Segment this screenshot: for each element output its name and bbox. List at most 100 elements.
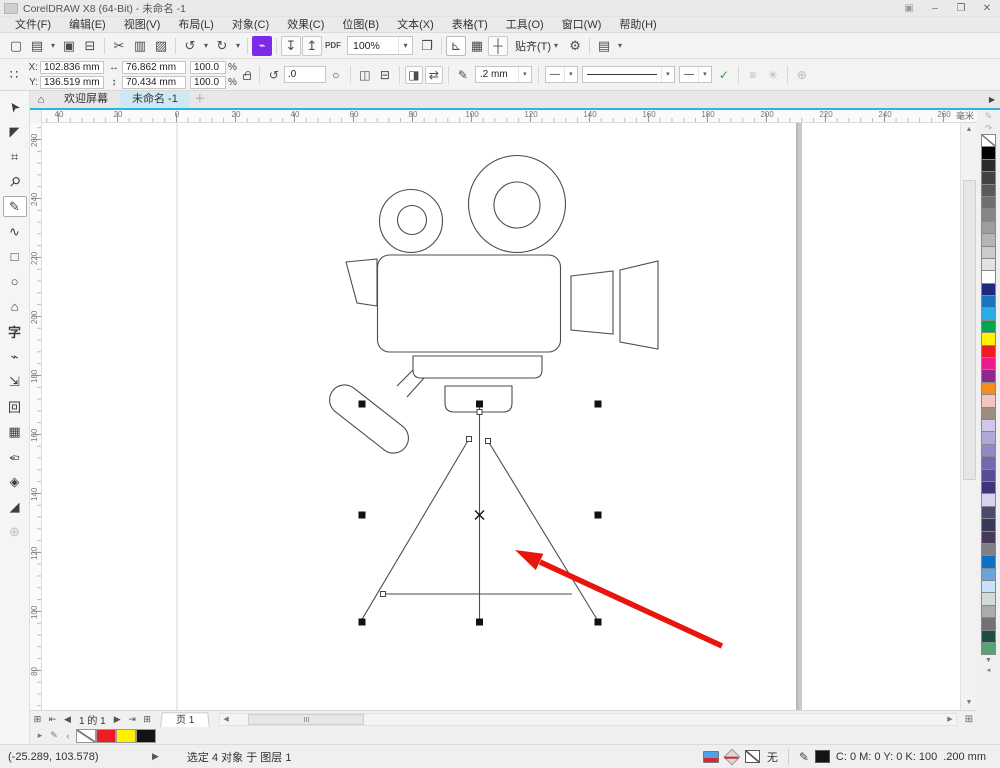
horizontal-ruler[interactable]: 40 20 0 20 40 60 80 100 120 140 160 180 200 220 240 260 [42,110,953,122]
vertical-scrollbar-thumb[interactable] [963,180,976,480]
page-tab[interactable]: 页 1 [159,711,210,727]
snap-to-dropdown[interactable]: 贴齐(T) ▾ [511,36,562,56]
connector-tool[interactable]: ⌁ [3,346,27,367]
restore-button[interactable]: ❐ [948,0,974,17]
color-swatch[interactable] [981,493,996,507]
camera-lens-inner[interactable] [570,270,614,335]
redo-caret[interactable]: ▾ [233,36,243,56]
separator[interactable] [273,37,280,55]
tripod-mount[interactable] [444,385,513,413]
color-swatch[interactable] [981,381,996,396]
mesh-fill-tool[interactable]: ▦ [3,421,27,442]
document-color-swatch[interactable] [136,728,156,743]
scroll-up-icon[interactable]: ▲ [961,123,977,137]
outline-pen-icon[interactable]: ✎ [799,750,809,764]
selection-handle-mid-left[interactable] [358,511,366,519]
color-swatch[interactable] [981,617,996,631]
menu-tools[interactable]: 工具(O) [497,17,553,33]
scroll-down-icon[interactable]: ▼ [961,696,977,710]
vertical-ruler[interactable]: 260 240 220 200 180 160 140 120 100 80 [30,123,42,710]
search-content-button[interactable]: ⌁ [252,35,272,56]
color-swatch[interactable] [981,406,996,420]
drawing-canvas[interactable] [42,123,960,710]
selection-handle-bottom-right[interactable] [594,618,602,626]
color-swatch[interactable] [981,505,996,520]
color-swatch[interactable] [981,208,996,222]
align-button[interactable]: ≡ [744,66,762,84]
shape-tool[interactable]: ◤ [3,121,27,142]
color-swatch[interactable] [981,257,996,272]
panels-button[interactable]: ▤ [594,36,614,56]
selection-handle-bottom-center[interactable] [476,618,483,626]
mirror-vertical-button[interactable]: ⊟ [376,66,394,84]
import-button[interactable]: ↧ [281,35,301,56]
line-style-combo[interactable]: ▾ [581,66,675,83]
rectangle-tool[interactable]: □ [3,246,27,267]
menu-file[interactable]: 文件(F) [6,17,60,33]
separator[interactable] [172,37,179,55]
color-swatch[interactable] [981,642,996,656]
selection-handle-bottom-left[interactable] [358,618,366,626]
save-button[interactable]: ▣ [59,36,79,56]
color-swatch[interactable] [981,307,996,321]
horizontal-scrollbar[interactable]: ◀ ▶ [219,712,957,726]
fill-tool[interactable]: ◢ [3,496,27,517]
camera-drawing[interactable] [324,154,659,623]
add-page-before-button[interactable]: ⊞ [30,711,45,727]
color-swatch[interactable] [981,282,996,297]
open-button[interactable]: ▤ [27,36,47,56]
dimension-tool[interactable]: ⇲ [3,371,27,392]
color-swatch[interactable] [981,629,996,644]
first-page-button[interactable]: ⇤ [45,711,60,727]
color-swatch[interactable] [981,394,996,408]
color-swatch[interactable] [981,530,996,544]
color-swatch[interactable] [981,431,996,445]
scroll-right-icon[interactable]: ▶ [944,715,956,723]
color-swatch[interactable] [981,183,996,197]
text-tool[interactable]: 字 [3,321,27,342]
color-swatch[interactable] [981,580,996,594]
transform-relative-toggle[interactable]: ⇄ [424,65,443,84]
menu-text[interactable]: 文本(X) [388,17,443,33]
paste-button[interactable]: ▨ [151,36,171,56]
color-swatch[interactable] [981,443,996,458]
selection-handle-top-center[interactable] [476,400,483,408]
home-icon[interactable]: ⌂ [30,91,52,108]
polygon-tool[interactable]: ⌂ [3,296,27,317]
outline-color-swatch[interactable] [814,750,830,763]
scale-h-field[interactable] [190,60,226,74]
scale-v-field[interactable] [190,75,226,89]
cut-button[interactable]: ✂ [109,36,129,56]
ellipse-tool[interactable]: ○ [3,271,27,292]
contour-tool[interactable]: 回 [3,396,27,417]
curve-node[interactable] [485,438,491,444]
close-curve-button[interactable]: ✓ [715,66,733,84]
tab-scroll-right-icon[interactable]: ▶ [984,91,1000,108]
smart-fill-tool[interactable]: ◈ [3,471,27,492]
color-swatch[interactable] [981,480,996,495]
menu-view[interactable]: 视图(V) [115,17,170,33]
curve-node[interactable] [380,591,386,597]
camera-viewfinder[interactable] [345,258,378,307]
previous-page-button[interactable]: ◀ [60,711,75,727]
chevron-down-icon[interactable]: ▾ [398,37,412,54]
undo-button[interactable]: ↺ [180,36,200,56]
color-swatch[interactable] [981,195,996,210]
menu-edit[interactable]: 编辑(E) [60,17,115,33]
fill-none-swatch[interactable] [744,750,760,763]
camera-lens-outer[interactable] [619,260,659,350]
position-button[interactable]: ✳ [764,66,782,84]
camera-handle-grip[interactable] [324,379,415,459]
panels-caret[interactable]: ▾ [615,36,625,56]
vertical-scrollbar[interactable]: ▲ ▼ [960,123,977,710]
open-caret[interactable]: ▾ [48,36,58,56]
separator[interactable] [438,37,445,55]
color-swatch[interactable] [981,134,996,148]
color-swatch[interactable] [981,567,996,582]
color-swatch[interactable] [981,456,996,470]
document-color-swatch[interactable] [76,728,96,743]
print-button[interactable]: ⊟ [80,36,100,56]
color-swatch[interactable] [981,344,996,359]
export-button[interactable]: ↥ [302,35,322,56]
next-page-button[interactable]: ▶ [110,711,125,727]
